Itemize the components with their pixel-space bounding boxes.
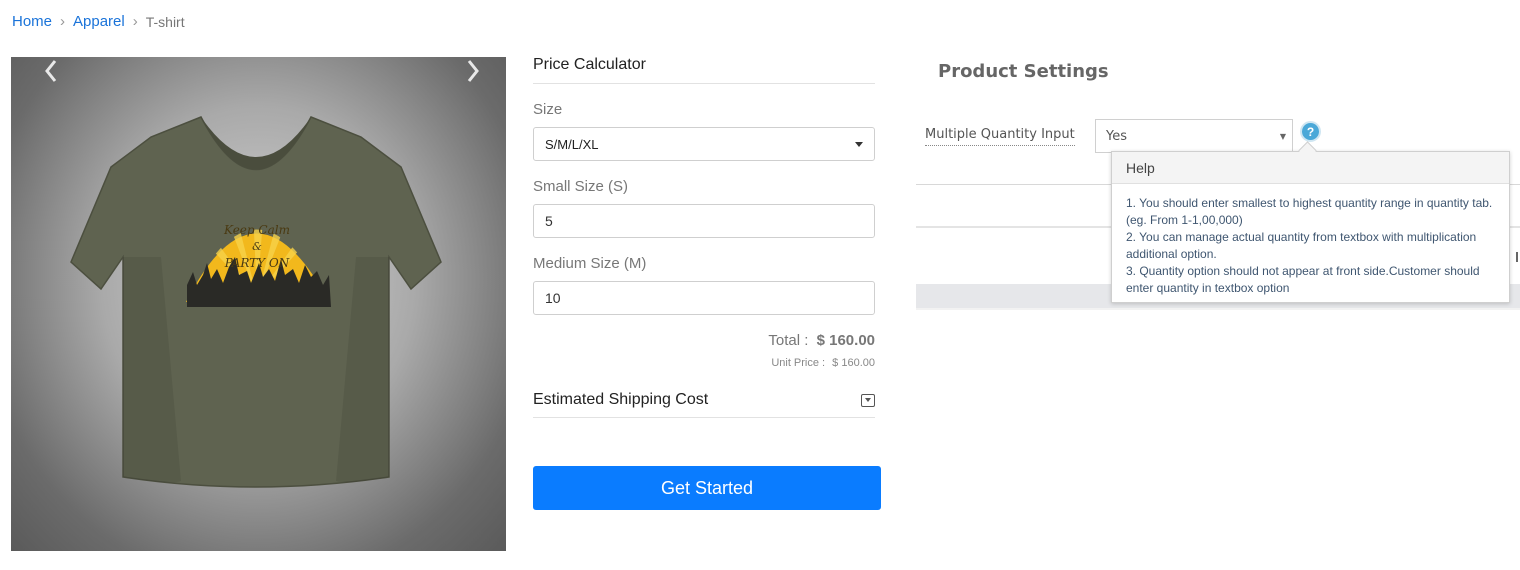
breadcrumb-home-link[interactable]: Home <box>12 13 52 30</box>
chevron-right-icon: › <box>60 13 66 30</box>
help-tooltip-body: 1. You should enter smallest to highest … <box>1112 184 1509 297</box>
breadcrumb-apparel-link[interactable]: Apparel <box>73 13 125 30</box>
help-tooltip-line: 3. Quantity option should not appear at … <box>1126 264 1480 295</box>
help-tooltip-title: Help <box>1112 152 1509 184</box>
unit-price-row: Unit Price : $ 160.00 <box>533 357 875 369</box>
caret-down-icon: ▼ <box>1279 131 1286 141</box>
medium-size-label: Medium Size (M) <box>533 255 647 272</box>
chevron-right-icon: › <box>132 13 138 30</box>
total-row: Total : $ 160.00 <box>533 332 875 349</box>
product-settings-title: Product Settings <box>938 61 1109 82</box>
multiple-quantity-input-select[interactable]: Yes ▼ <box>1095 119 1293 153</box>
expand-icon[interactable] <box>861 393 875 407</box>
size-select-value: S/M/L/XL <box>545 136 599 152</box>
caret-down-icon <box>855 141 863 147</box>
multiple-quantity-input-value: Yes <box>1106 128 1127 144</box>
help-tooltip: Help 1. You should enter smallest to hig… <box>1111 151 1510 303</box>
help-tooltip-line: 1. You should enter smallest to highest … <box>1126 196 1493 227</box>
size-label: Size <box>533 101 563 118</box>
help-icon[interactable]: ? <box>1300 121 1321 142</box>
tshirt-image: Keep Calm & PARTY ON <box>70 116 442 488</box>
breadcrumb: Home › Apparel › T-shirt <box>12 13 185 30</box>
unit-price-value: $ 160.00 <box>832 357 875 369</box>
price-calculator: Price Calculator Size S/M/L/XL Small Siz… <box>533 56 875 418</box>
print-text-line1: Keep Calm <box>223 223 290 237</box>
print-text-line2: & <box>252 240 262 253</box>
total-label: Total : <box>768 332 809 349</box>
chevron-right-icon[interactable] <box>463 57 483 85</box>
multiple-quantity-input-label: Multiple Quantity Input <box>925 127 1075 146</box>
print-text-line3: PARTY ON <box>224 256 290 270</box>
total-value: $ 160.00 <box>816 332 875 349</box>
chevron-left-icon[interactable] <box>41 57 61 85</box>
divider <box>1516 252 1518 262</box>
get-started-button[interactable]: Get Started <box>533 466 881 510</box>
small-size-label: Small Size (S) <box>533 178 629 195</box>
medium-size-input[interactable] <box>533 281 875 315</box>
unit-price-label: Unit Price : <box>771 357 826 369</box>
shipping-cost-toggle[interactable]: Estimated Shipping Cost <box>533 391 875 418</box>
small-size-input[interactable] <box>533 204 875 238</box>
price-calculator-title: Price Calculator <box>533 56 875 84</box>
size-select[interactable]: S/M/L/XL <box>533 127 875 161</box>
help-tooltip-line: 2. You can manage actual quantity from t… <box>1126 230 1477 261</box>
breadcrumb-current: T-shirt <box>145 13 185 30</box>
product-image-carousel: Keep Calm & PARTY ON <box>11 57 506 551</box>
shipping-cost-title: Estimated Shipping Cost <box>533 391 709 408</box>
